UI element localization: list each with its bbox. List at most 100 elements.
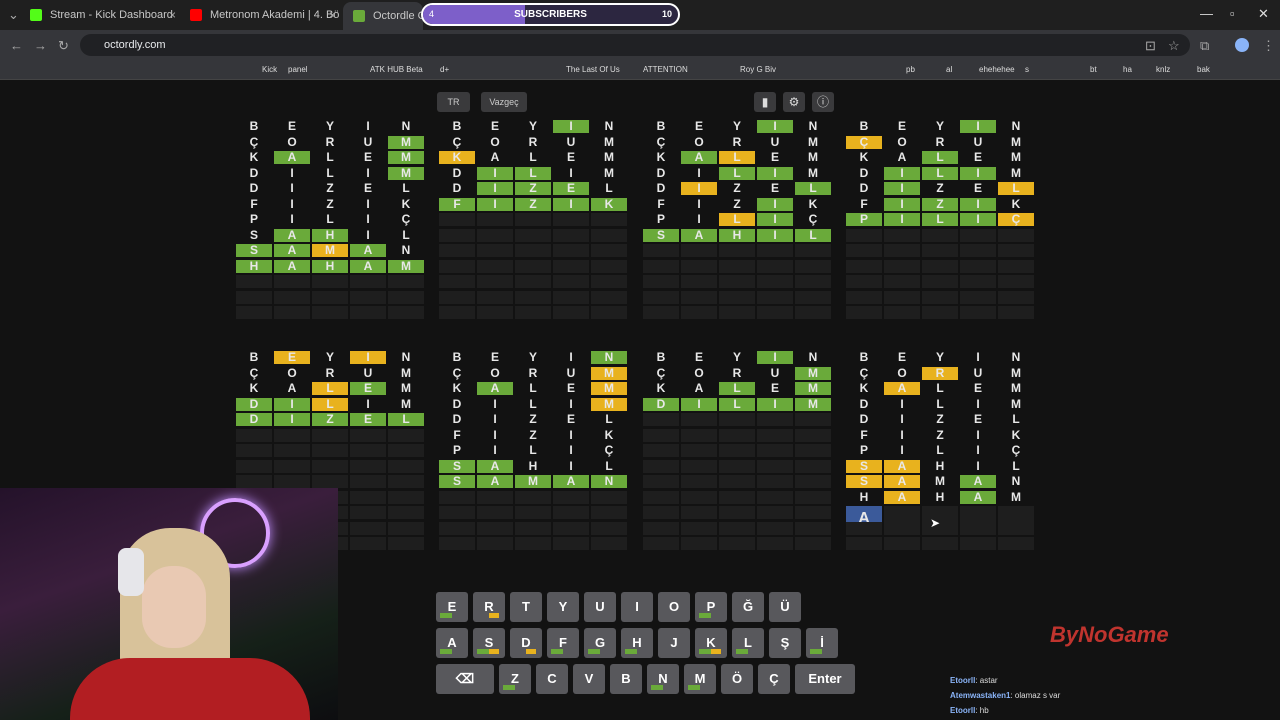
empty-tile xyxy=(681,444,717,457)
bookmark-item[interactable]: The Last Of Us xyxy=(566,65,620,74)
key-J[interactable]: J xyxy=(658,628,690,658)
letter-tile: L xyxy=(936,381,944,395)
forward-icon[interactable]: → xyxy=(34,38,47,53)
key-A[interactable]: A xyxy=(436,628,468,658)
reload-icon[interactable]: ↻ xyxy=(58,38,69,54)
key-M[interactable]: M xyxy=(684,664,716,694)
bookmark-item[interactable]: Roy G Biv xyxy=(740,65,776,74)
key-Ü[interactable]: Ü xyxy=(769,592,801,622)
bookmark-item[interactable]: ha xyxy=(1123,65,1132,74)
maximize-icon[interactable]: ▫ xyxy=(1230,6,1235,21)
board-row xyxy=(643,259,833,274)
board-row xyxy=(846,228,1036,243)
bookmark-item[interactable]: s xyxy=(1025,65,1029,74)
language-button[interactable]: TR xyxy=(437,92,470,112)
letter-tile: N xyxy=(401,350,411,364)
profile-avatar[interactable] xyxy=(1235,38,1249,52)
back-icon[interactable]: ← xyxy=(10,38,23,53)
empty-tile xyxy=(439,521,475,535)
key-F[interactable]: F xyxy=(547,628,579,658)
minimize-icon[interactable]: — xyxy=(1200,6,1213,21)
translate-icon[interactable]: ⊡ xyxy=(1145,38,1156,54)
url-field[interactable]: octordly.com xyxy=(80,34,1190,56)
bookmark-item[interactable]: Kick xyxy=(262,65,277,74)
letter-tile: U xyxy=(770,134,780,149)
letter-tile: I xyxy=(569,427,573,442)
key-L[interactable]: L xyxy=(732,628,764,658)
key-P[interactable]: P xyxy=(695,592,727,622)
key-O[interactable]: O xyxy=(658,592,690,622)
empty-tile xyxy=(795,413,831,426)
letter-tile: A xyxy=(350,259,386,273)
extensions-icon[interactable]: ⧉ xyxy=(1200,38,1209,54)
key-B[interactable]: B xyxy=(610,664,642,694)
bookmark-item[interactable]: ATK HUB Beta xyxy=(370,65,423,74)
key-C[interactable]: C xyxy=(536,664,568,694)
letter-tile: M xyxy=(401,381,411,395)
key-I[interactable]: I xyxy=(621,592,653,622)
bookmark-item[interactable]: bak xyxy=(1197,65,1210,74)
key-Ş[interactable]: Ş xyxy=(769,628,801,658)
close-icon[interactable]: × xyxy=(169,8,176,22)
key-R[interactable]: R xyxy=(473,592,505,622)
letter-tile: K xyxy=(656,381,666,395)
webcam-overlay xyxy=(0,488,338,720)
close-icon[interactable]: × xyxy=(329,8,336,22)
watermark-logo: ByNoGame xyxy=(1050,622,1169,647)
bookmark-item[interactable]: al xyxy=(946,65,952,74)
gear-icon[interactable]: ⚙ xyxy=(783,92,805,112)
letter-tile: A xyxy=(884,490,920,504)
empty-tile xyxy=(388,275,424,288)
quit-button[interactable]: Vazgeç xyxy=(481,92,527,112)
menu-icon[interactable]: ⋮ xyxy=(1262,38,1275,54)
key-N[interactable]: N xyxy=(647,664,679,694)
empty-tile xyxy=(998,259,1034,273)
letter-tile: H xyxy=(528,458,538,473)
letter-tile: D xyxy=(249,181,259,195)
bookmark-star-icon[interactable]: ☆ xyxy=(1168,38,1180,54)
key-E[interactable]: E xyxy=(436,592,468,622)
tab-search-icon[interactable]: ⌄ xyxy=(8,7,19,23)
empty-tile xyxy=(960,275,996,288)
info-icon[interactable]: ⓘ xyxy=(812,92,834,112)
enter-key[interactable]: Enter xyxy=(795,664,855,694)
letter-tile: E xyxy=(490,350,499,364)
key-K[interactable]: K xyxy=(695,628,727,658)
stats-icon[interactable]: ▮ xyxy=(754,92,776,112)
key-T[interactable]: T xyxy=(510,592,542,622)
bookmark-item[interactable]: ATTENTION xyxy=(643,65,688,74)
key-D[interactable]: D xyxy=(510,628,542,658)
yellow-marker xyxy=(489,613,499,618)
empty-tile xyxy=(846,228,882,242)
key-U[interactable]: U xyxy=(584,592,616,622)
close-window-icon[interactable]: ✕ xyxy=(1258,6,1269,22)
key-G[interactable]: G xyxy=(584,628,616,658)
key-V[interactable]: V xyxy=(573,664,605,694)
bookmark-item[interactable]: d+ xyxy=(440,65,449,74)
letter-tile: I xyxy=(900,427,904,442)
key-Ğ[interactable]: Ğ xyxy=(732,592,764,622)
tab-metronom[interactable]: Metronom Akademi | 4. Bölüm × xyxy=(190,4,340,26)
key-İ[interactable]: İ xyxy=(806,628,838,658)
bookmark-item[interactable]: ehehehee xyxy=(979,65,1015,74)
key-Ç[interactable]: Ç xyxy=(758,664,790,694)
key-Y[interactable]: Y xyxy=(547,592,579,622)
empty-tile xyxy=(846,259,882,273)
bookmark-item[interactable]: panel xyxy=(288,65,308,74)
bookmark-item[interactable]: bt xyxy=(1090,65,1097,74)
empty-tile xyxy=(681,244,717,257)
bookmark-item[interactable]: pb xyxy=(906,65,915,74)
key-H[interactable]: H xyxy=(621,628,653,658)
bookmark-item[interactable]: knlz xyxy=(1156,65,1170,74)
empty-tile xyxy=(846,537,882,550)
key-S[interactable]: S xyxy=(473,628,505,658)
key-Ö[interactable]: Ö xyxy=(721,664,753,694)
key-Z[interactable]: Z xyxy=(499,664,531,694)
letter-tile: M xyxy=(1011,134,1021,149)
letter-tile: I xyxy=(884,197,920,211)
empty-tile xyxy=(274,290,310,304)
tab-octordle[interactable]: Octordle Game xyxy=(343,2,423,30)
backspace-icon[interactable]: ⌫ xyxy=(436,664,494,694)
tab-kick-dashboard[interactable]: Stream - Kick Dashboard × xyxy=(30,4,180,26)
board-row: ÇORUM xyxy=(643,366,833,381)
